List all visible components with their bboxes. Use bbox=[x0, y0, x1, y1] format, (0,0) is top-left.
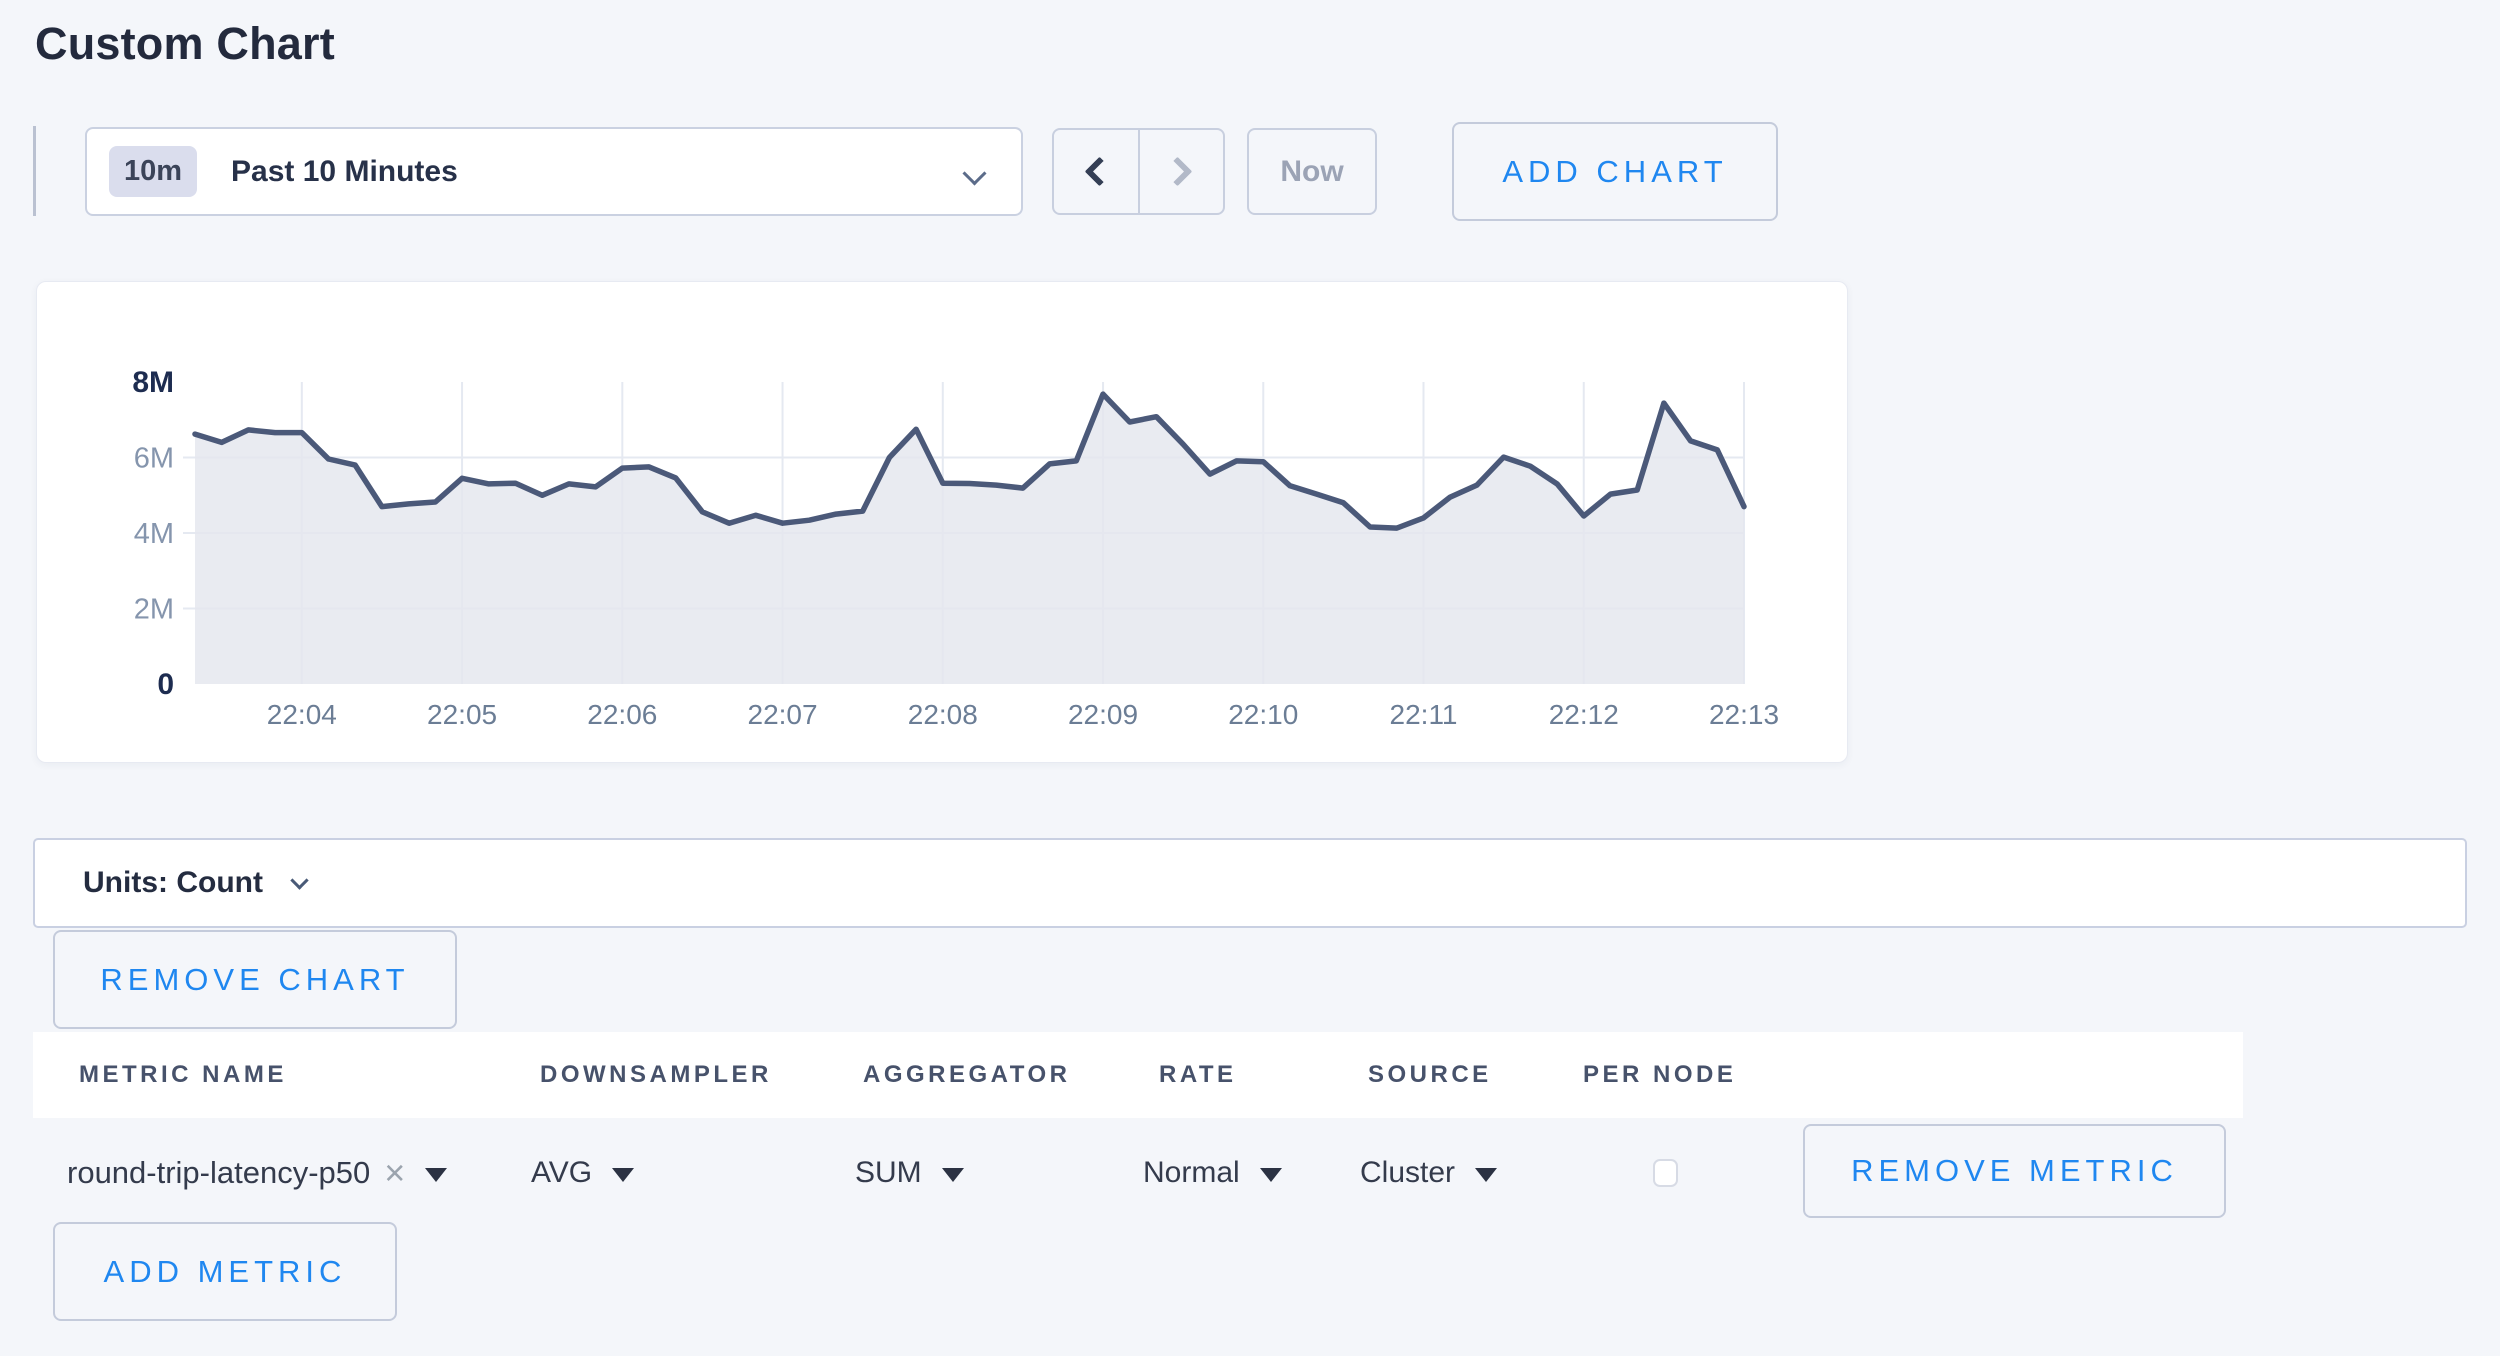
column-header-source: SOURCE bbox=[1368, 1061, 1492, 1089]
time-pager bbox=[1052, 128, 1225, 215]
metrics-table-header: METRIC NAME DOWNSAMPLER AGGREGATOR RATE … bbox=[33, 1032, 2243, 1118]
y-axis-tick-label: 6M bbox=[134, 443, 174, 475]
y-axis-tick-label: 0 bbox=[157, 668, 174, 701]
x-axis-tick-label: 22:04 bbox=[267, 699, 337, 730]
clear-metric-icon[interactable]: × bbox=[384, 1152, 405, 1194]
aggregator-value: SUM bbox=[855, 1156, 922, 1190]
add-metric-button[interactable]: ADD METRIC bbox=[53, 1222, 397, 1321]
chevron-right-icon bbox=[1162, 157, 1192, 187]
column-header-downsampler: DOWNSAMPLER bbox=[540, 1061, 772, 1089]
time-range-dropdown[interactable]: 10m Past 10 Minutes bbox=[85, 127, 1023, 216]
y-axis-tick-label: 2M bbox=[134, 594, 174, 626]
caret-down-icon bbox=[612, 1168, 634, 1182]
now-button[interactable]: Now bbox=[1247, 128, 1377, 215]
per-node-checkbox[interactable] bbox=[1653, 1159, 1678, 1187]
chevron-down-icon bbox=[962, 161, 986, 185]
x-axis-tick-label: 22:12 bbox=[1549, 699, 1619, 730]
next-interval-button[interactable] bbox=[1140, 130, 1224, 213]
time-series-chart: 22:04 22:05 22:06 22:07 22:08 22:09 22:10 22:11… bbox=[37, 282, 1849, 764]
rate-dropdown[interactable]: Normal bbox=[1143, 1156, 1282, 1190]
downsampler-dropdown[interactable]: AVG bbox=[531, 1156, 634, 1190]
x-axis-tick-label: 22:06 bbox=[587, 699, 657, 730]
metric-name-value: round-trip-latency-p50 bbox=[67, 1155, 370, 1191]
x-axis-tick-label: 22:11 bbox=[1390, 699, 1458, 730]
caret-down-icon bbox=[425, 1168, 447, 1182]
chart-area-fill bbox=[195, 394, 1744, 684]
units-label: Units: Count bbox=[83, 866, 263, 900]
caret-down-icon bbox=[1260, 1168, 1282, 1182]
y-axis-tick-label: 4M bbox=[134, 518, 174, 550]
remove-metric-button[interactable]: REMOVE METRIC bbox=[1803, 1124, 2226, 1218]
prev-interval-button[interactable] bbox=[1054, 130, 1140, 213]
x-axis-tick-label: 22:09 bbox=[1068, 699, 1138, 730]
column-header-per-node: PER NODE bbox=[1583, 1061, 1736, 1089]
caret-down-icon bbox=[1475, 1168, 1497, 1182]
units-dropdown[interactable]: Units: Count bbox=[33, 838, 2467, 928]
source-dropdown[interactable]: Cluster bbox=[1360, 1156, 1497, 1190]
aggregator-dropdown[interactable]: SUM bbox=[855, 1156, 964, 1190]
page-title: Custom Chart bbox=[35, 18, 335, 70]
chevron-left-icon bbox=[1085, 157, 1115, 187]
metric-name-dropdown[interactable]: round-trip-latency-p50 × bbox=[67, 1152, 447, 1194]
x-axis-tick-label: 22:05 bbox=[427, 699, 497, 730]
x-axis-tick-label: 22:10 bbox=[1228, 699, 1298, 730]
y-axis-tick-label: 8M bbox=[132, 366, 174, 399]
time-range-label: Past 10 Minutes bbox=[231, 155, 458, 189]
x-axis-tick-label: 22:08 bbox=[908, 699, 978, 730]
downsampler-value: AVG bbox=[531, 1156, 592, 1190]
x-axis-tick-label: 22:13 bbox=[1709, 699, 1779, 730]
column-header-metric-name: METRIC NAME bbox=[79, 1061, 287, 1089]
chart-card: 22:04 22:05 22:06 22:07 22:08 22:09 22:10 22:11… bbox=[36, 281, 1848, 763]
column-header-rate: RATE bbox=[1159, 1061, 1237, 1089]
remove-chart-button[interactable]: REMOVE CHART bbox=[53, 930, 457, 1029]
caret-down-icon bbox=[942, 1168, 964, 1182]
toolbar-divider bbox=[33, 126, 36, 216]
rate-value: Normal bbox=[1143, 1156, 1240, 1190]
x-axis-tick-label: 22:07 bbox=[748, 699, 818, 730]
source-value: Cluster bbox=[1360, 1156, 1455, 1190]
add-chart-button[interactable]: ADD CHART bbox=[1452, 122, 1778, 221]
column-header-aggregator: AGGREGATOR bbox=[863, 1061, 1070, 1089]
time-range-badge: 10m bbox=[109, 146, 197, 197]
chevron-down-icon bbox=[290, 871, 308, 889]
